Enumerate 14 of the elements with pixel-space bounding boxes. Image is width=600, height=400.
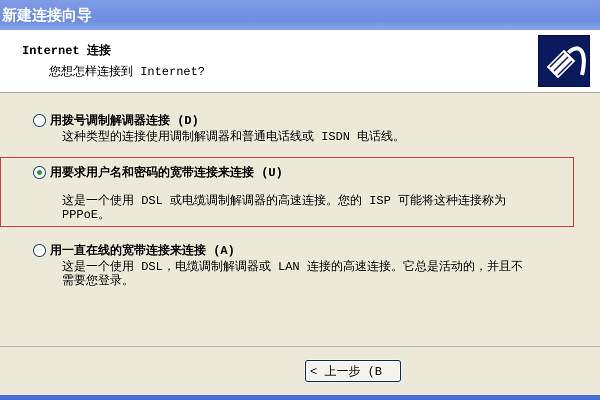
option-description: 这是一个使用 DSL 或电缆调制解调器的高速连接。您的 ISP 可能将这种连接称为 PPPoE。 <box>61 194 508 222</box>
radio-option[interactable]: 用一直在线的宽带连接来连接 (A) <box>49 242 573 259</box>
back-button[interactable]: < 上一步 (B <box>305 360 401 382</box>
network-cable-icon <box>538 35 590 87</box>
option-description: 这是一个使用 DSL，电缆调制解调器或 LAN 连接的高速连接。它总是活动的，并且不需要您登录。 <box>61 260 524 288</box>
radio-button[interactable] <box>33 244 46 257</box>
option-description: 这种类型的连接使用调制解调器和普通电话线或 ISDN 电话线。 <box>61 130 406 144</box>
radio-option[interactable]: 用要求用户名和密码的宽带连接来连接 (U) <box>49 164 573 181</box>
radio-button[interactable] <box>33 166 46 179</box>
radio-button[interactable] <box>33 114 46 127</box>
header-subtitle: 您想怎样连接到 Internet? <box>48 64 206 80</box>
radio-option[interactable]: 用拨号调制解调器连接 (D) <box>49 112 573 129</box>
header-title: Internet 连接 <box>22 42 112 59</box>
window-title: 新建连接向导 <box>2 6 92 24</box>
